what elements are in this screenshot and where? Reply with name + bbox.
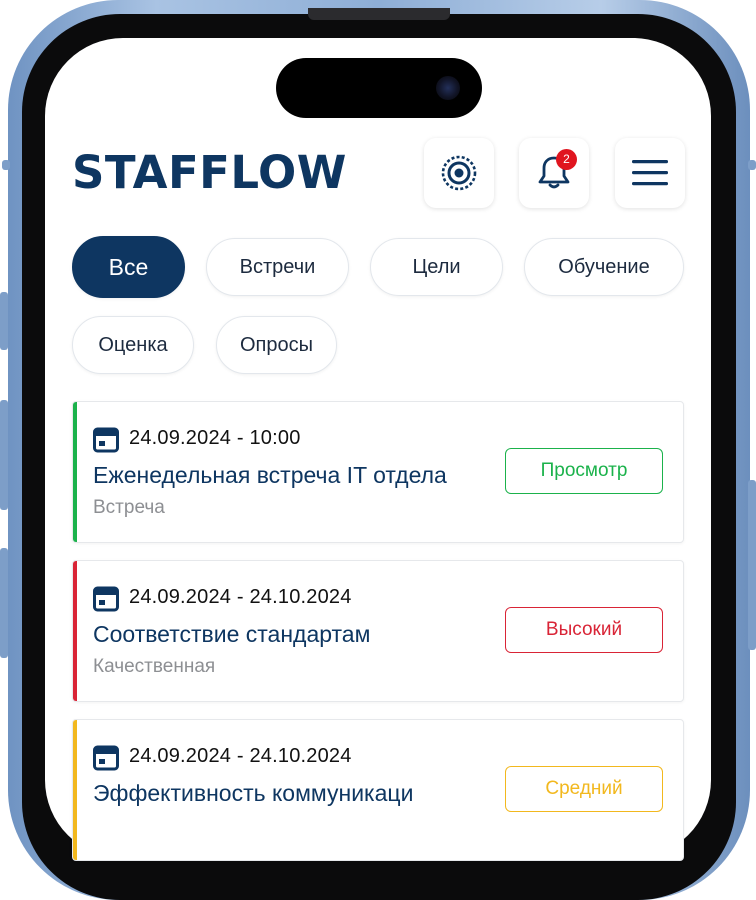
filter-chip-goals[interactable]: Цели — [370, 238, 503, 296]
event-date: 24.09.2024 - 10:00 — [129, 427, 301, 449]
phone-top-slot — [308, 8, 450, 20]
phone-side-button — [748, 480, 756, 650]
event-card[interactable]: 24.09.2024 - 10:00 Еженедельная встреча … — [72, 401, 684, 543]
event-card[interactable]: 24.09.2024 - 24.10.2024 Эффективность ко… — [72, 719, 684, 861]
event-type: Качественная — [93, 656, 216, 677]
event-type: Встреча — [93, 497, 165, 518]
event-title: Еженедельная встреча IT отдела — [93, 462, 447, 488]
notifications-button[interactable]: 2 — [519, 138, 589, 208]
calendar-icon — [93, 745, 119, 771]
filter-chip-all[interactable]: Все — [72, 236, 185, 298]
menu-button[interactable] — [615, 138, 685, 208]
app-logo: STAFFLOW — [72, 146, 347, 199]
event-title: Соответствие стандартам — [93, 621, 371, 647]
card-status-stripe — [73, 402, 77, 542]
view-button[interactable]: Просмотр — [505, 448, 663, 494]
camera-icon — [436, 76, 460, 100]
phone-side-button — [0, 548, 8, 658]
filter-chip-evaluation[interactable]: Оценка — [72, 316, 194, 374]
phone-side-button — [748, 160, 756, 170]
event-date: 24.09.2024 - 24.10.2024 — [129, 586, 352, 608]
card-status-stripe — [73, 561, 77, 701]
settings-button[interactable] — [424, 138, 494, 208]
phone-side-button — [0, 400, 8, 510]
notification-count-badge: 2 — [556, 149, 577, 170]
target-icon — [441, 155, 477, 191]
hamburger-icon — [632, 160, 668, 186]
phone-side-button — [2, 160, 10, 170]
dynamic-island — [276, 58, 482, 118]
priority-badge-high[interactable]: Высокий — [505, 607, 663, 653]
filter-chip-meetings[interactable]: Встречи — [206, 238, 349, 296]
event-card[interactable]: 24.09.2024 - 24.10.2024 Соответствие ста… — [72, 560, 684, 702]
event-date: 24.09.2024 - 24.10.2024 — [129, 745, 352, 767]
priority-badge-medium[interactable]: Средний — [505, 766, 663, 812]
calendar-icon — [93, 427, 119, 453]
calendar-icon — [93, 586, 119, 612]
filter-chip-surveys[interactable]: Опросы — [216, 316, 337, 374]
card-status-stripe — [73, 720, 77, 860]
phone-side-button — [0, 292, 8, 350]
event-title: Эффективность коммуникаци — [93, 780, 414, 806]
filter-chip-training[interactable]: Обучение — [524, 238, 684, 296]
